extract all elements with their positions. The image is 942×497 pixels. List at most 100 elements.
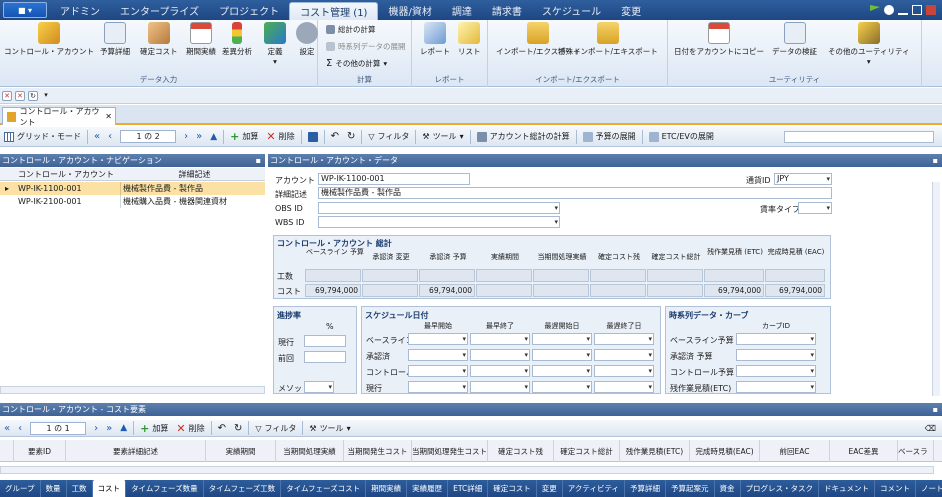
settings-button[interactable]: 設定 — [296, 22, 318, 57]
doc-tab-control-account[interactable]: コントロール・アカウント ✕ — [2, 107, 116, 127]
first-page-icon[interactable]: « — [90, 131, 104, 142]
define-button[interactable]: 定義 ▾ — [264, 22, 286, 67]
tab-project[interactable]: プロジェクト — [209, 0, 289, 20]
bottom-tab[interactable]: 確定コスト — [488, 480, 537, 497]
col-header[interactable]: 確定コスト残 — [488, 440, 554, 462]
col-header[interactable]: 当期間処理発生コスト — [412, 440, 488, 462]
bottom-tab[interactable]: ノート — [916, 480, 942, 497]
date-select[interactable] — [594, 333, 654, 345]
date-select[interactable] — [532, 333, 592, 345]
other-utility-button[interactable]: その他のユーティリティ ▾ — [828, 22, 910, 67]
nav-row[interactable]: ▸ WP-IK-1100-001 機械製作品費 - 製作品 — [0, 182, 265, 195]
first-page-icon[interactable]: « — [0, 423, 14, 434]
add-button[interactable]: + 加算 — [226, 130, 262, 143]
copy-dates-button[interactable]: 日付をアカウントにコピー — [674, 22, 764, 57]
col-header[interactable]: 完成時見積(EAC) — [690, 440, 760, 462]
bottom-tab[interactable]: 予算起案元 — [666, 480, 715, 497]
tab-cost-management[interactable]: コスト管理 (1) — [289, 2, 379, 20]
restore-icon[interactable] — [912, 5, 922, 15]
col-header-account-id[interactable]: コントロール・アカウント ID — [14, 168, 120, 192]
bottom-tab[interactable]: アクティビティ — [563, 480, 626, 497]
date-select[interactable] — [594, 365, 654, 377]
date-select[interactable] — [408, 381, 468, 393]
curve-select[interactable] — [736, 381, 816, 393]
flag-icon[interactable] — [870, 5, 880, 11]
tools-button[interactable]: ⚒ ツール ▾ — [418, 131, 467, 142]
current-progress-input[interactable] — [304, 335, 346, 347]
app-menu-button[interactable]: ■ ▾ — [3, 2, 47, 18]
refresh-icon[interactable]: ↻ — [28, 90, 38, 101]
pin-icon[interactable]: ▪ — [933, 154, 938, 167]
toolbar-search-input[interactable] — [784, 130, 934, 143]
bottom-tab[interactable]: 数量 — [41, 480, 67, 497]
timeseries-expand-button[interactable]: 時系列データの展開 — [326, 41, 406, 52]
pager-display[interactable]: 1 の 1 — [30, 421, 87, 435]
bottom-tab[interactable]: タイムフェーズ工数 — [204, 480, 282, 497]
clear-icon[interactable]: ⌫ — [925, 424, 936, 433]
col-header[interactable]: EAC差異 — [830, 440, 898, 462]
bottom-tab[interactable]: 工数 — [67, 480, 93, 497]
tab-change[interactable]: 変更 — [611, 0, 651, 20]
account-id-field[interactable]: WP-IK-1100-001 — [318, 173, 470, 185]
date-select[interactable] — [470, 333, 530, 345]
etc-expand-button[interactable]: ETC/EVの展開 — [645, 131, 718, 142]
filter-button[interactable]: ▽ フィルタ — [364, 131, 413, 142]
variance-analysis-button[interactable]: 差異分析 — [222, 22, 252, 57]
validate-data-button[interactable]: データの検証 — [772, 22, 817, 57]
bottom-tab[interactable]: 予算詳細 — [625, 480, 667, 497]
help-icon[interactable] — [884, 5, 894, 15]
col-header[interactable]: 要素ID — [14, 440, 66, 462]
date-select[interactable] — [594, 381, 654, 393]
undo-icon[interactable]: ↶ — [327, 131, 343, 142]
add-button[interactable]: + 加算 — [136, 422, 172, 435]
date-select[interactable] — [532, 349, 592, 361]
bottom-tab[interactable]: 資金 — [715, 480, 741, 497]
account-total-button[interactable]: アカウント総計の計算 — [473, 131, 574, 142]
date-select[interactable] — [532, 381, 592, 393]
bottom-tab[interactable]: ドキュメント — [819, 480, 876, 497]
bottom-tab-cost[interactable]: コスト — [92, 480, 127, 497]
bottom-tab[interactable]: タイムフェーズ数量 — [126, 480, 204, 497]
col-header-desc[interactable]: 詳細記述 — [120, 168, 265, 180]
list-button[interactable]: リスト — [458, 22, 481, 57]
bottom-tab[interactable]: 実績履歴 — [407, 480, 449, 497]
delete-button[interactable]: ✕ 削除 — [172, 422, 208, 435]
nav-row[interactable]: WP-IK-2100-001 機械購入品費 - 機器関連資材 — [0, 195, 265, 208]
bottom-tab[interactable]: ETC詳細 — [448, 480, 489, 497]
total-calc-button[interactable]: 総計の計算 — [326, 24, 376, 35]
special-import-export-button[interactable]: 特殊インポート/エキスポート — [558, 22, 658, 57]
close-all-icon[interactable]: ✕ — [2, 90, 12, 101]
chevron-down-icon[interactable]: ▾ — [41, 91, 51, 101]
date-select[interactable] — [470, 349, 530, 361]
curve-select[interactable] — [736, 333, 816, 345]
tab-schedule[interactable]: スケジュール — [532, 0, 611, 20]
pin-icon[interactable]: ▪ — [933, 403, 938, 416]
minimize-icon[interactable] — [898, 5, 908, 15]
refresh-icon[interactable]: ↻ — [230, 423, 246, 434]
date-select[interactable] — [470, 365, 530, 377]
col-header[interactable]: 当期間処理実績 — [276, 440, 344, 462]
bottom-tab[interactable]: グループ — [0, 480, 41, 497]
tab-admin[interactable]: アドミン — [50, 0, 110, 20]
date-select[interactable] — [470, 381, 530, 393]
pager-display[interactable]: 1 の 2 — [120, 130, 177, 143]
curve-select[interactable] — [736, 349, 816, 361]
tab-equipment[interactable]: 機器/資材 — [378, 0, 441, 20]
elements-horizontal-scrollbar[interactable] — [0, 466, 934, 474]
next-page-icon[interactable]: › — [90, 423, 102, 434]
next-page-icon[interactable]: › — [180, 131, 192, 142]
obs-select[interactable] — [318, 202, 560, 214]
bottom-tab[interactable]: 期間実績 — [366, 480, 408, 497]
tools-button[interactable]: ⚒ ツール ▾ — [305, 423, 354, 434]
date-select[interactable] — [408, 349, 468, 361]
tab-procurement[interactable]: 調達 — [442, 0, 482, 20]
date-select[interactable] — [408, 333, 468, 345]
col-header[interactable]: 要素詳細記述 — [66, 440, 206, 462]
col-header[interactable]: 当期間発生コスト — [344, 440, 412, 462]
data-vertical-scrollbar[interactable] — [932, 182, 940, 396]
date-select[interactable] — [408, 365, 468, 377]
period-actual-button[interactable]: 期間実績 — [186, 22, 216, 57]
desc-field[interactable]: 機械製作品費 - 製作品 — [318, 187, 832, 199]
last-page-icon[interactable]: » — [102, 423, 116, 434]
col-header[interactable]: ベースラ — [898, 440, 934, 462]
